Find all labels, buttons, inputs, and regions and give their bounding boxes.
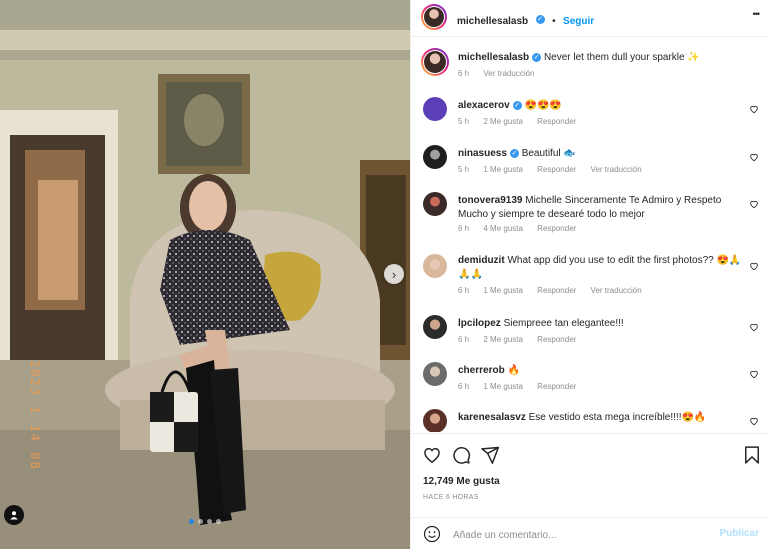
publish-button[interactable]: Publicar [720,528,759,539]
comment-text: Beautiful 🐟 [521,148,576,159]
comment-username[interactable]: alexacerov [458,100,510,111]
emoji-icon[interactable] [423,525,441,543]
caption-username[interactable]: michellesalasb [458,52,529,63]
translate-link[interactable]: Ver traducción [591,165,642,174]
heart-icon[interactable] [749,322,759,332]
caption-translate-link[interactable]: Ver traducción [483,69,534,78]
comment-username[interactable]: cherrerob [458,365,505,376]
carousel-dot-2 [198,519,203,524]
heart-icon[interactable] [749,152,759,162]
comment-avatar[interactable] [423,315,447,339]
like-count[interactable]: 12,749 Me gusta [423,476,500,487]
caption-text: Never let them dull your sparkle ✨ [543,52,700,63]
caption-time: 6 h [458,69,470,78]
verified-badge-icon: ✓ [535,15,545,25]
author-avatar[interactable] [421,4,447,30]
comment-avatar[interactable] [423,362,447,386]
chevron-right-icon: › [391,266,397,282]
comment-likes[interactable]: 4 Me gusta [483,224,523,233]
post-panel: michellesalasb ✓ • Seguir ••• michellesa… [410,0,768,549]
author-username[interactable]: michellesalasb [457,16,528,27]
bookmark-icon[interactable] [742,445,762,465]
user-tag-icon [10,511,18,520]
comment-avatar[interactable] [423,192,447,216]
verified-badge-icon: ✓ [512,100,522,110]
comment-time: 6 h [458,382,470,391]
heart-icon[interactable] [749,416,759,426]
comment-username[interactable]: demiduzit [458,255,505,266]
carousel-dot-4 [216,519,221,524]
carousel-indicator [189,519,221,524]
verified-badge-icon: ✓ [532,52,542,62]
comment-likes[interactable]: 1 Me gusta [483,286,523,295]
post-header: michellesalasb ✓ • Seguir ••• [411,0,768,37]
reply-button[interactable]: Responder [537,117,576,126]
comment-username[interactable]: tonovera9139 [458,195,522,206]
comment-text: 😍😍😍 [524,100,562,111]
comment-likes[interactable]: 1 Me gusta [483,165,523,174]
post-time: HACE 6 HORAS [423,494,479,501]
comment-time: 5 h [458,117,470,126]
comment-composer: Publicar [411,517,768,551]
carousel-next-button[interactable]: › [384,264,404,284]
follow-button[interactable]: Seguir [563,16,594,27]
comment-time: 6 h [458,335,470,344]
comments-list[interactable]: michellesalasb ✓ Never let them dull your… [411,37,768,432]
comment-likes[interactable]: 2 Me gusta [483,335,523,344]
comment-avatar[interactable] [423,97,447,121]
reply-button[interactable]: Responder [537,286,576,295]
heart-icon[interactable] [749,261,759,271]
date-stamp: 2023 1 14 08 [28,360,42,471]
comment-text: Siempreee tan elegantee!!! [503,318,624,329]
reply-button[interactable]: Responder [537,382,576,391]
comment-avatar[interactable] [423,254,447,278]
comment-avatar[interactable] [423,409,447,432]
verified-badge-icon: ✓ [509,148,519,158]
caption-avatar[interactable] [421,48,449,76]
comment-username[interactable]: lpcilopez [458,318,501,329]
post-media[interactable]: 2023 1 14 08 › [0,0,410,549]
share-icon[interactable] [480,445,500,465]
comment-username[interactable]: ninasuess [458,148,507,159]
reply-button[interactable]: Responder [537,224,576,233]
comment-likes[interactable]: 2 Me gusta [483,117,523,126]
comment-username[interactable]: karenesalasvz [458,412,526,423]
comment-likes[interactable]: 1 Me gusta [483,382,523,391]
post-photo [0,0,410,549]
translate-link[interactable]: Ver traducción [591,286,642,295]
reply-button[interactable]: Responder [537,165,576,174]
heart-icon[interactable] [749,104,759,114]
comment-time: 6 h [458,224,470,233]
more-options-button[interactable]: ••• [752,9,761,19]
reply-button[interactable]: Responder [537,335,576,344]
heart-icon[interactable] [422,445,442,465]
comment-text: Ese vestido esta mega increíble!!!!😍🔥 [528,412,707,423]
more-options-icon: ••• [752,9,761,19]
user-tag-button[interactable] [4,505,24,525]
heart-icon[interactable] [749,199,759,209]
comment-icon[interactable] [451,445,471,465]
comment-avatar[interactable] [423,145,447,169]
post-actions: 12,749 Me gusta HACE 6 HORAS Publicar [411,433,768,550]
comment-time: 6 h [458,286,470,295]
header-separator: • [552,16,556,27]
comment-time: 5 h [458,165,470,174]
heart-icon[interactable] [749,369,759,379]
comment-text: 🔥 [507,365,520,376]
carousel-dot-3 [207,519,212,524]
comment-input[interactable] [451,526,715,544]
carousel-dot-1 [189,519,194,524]
